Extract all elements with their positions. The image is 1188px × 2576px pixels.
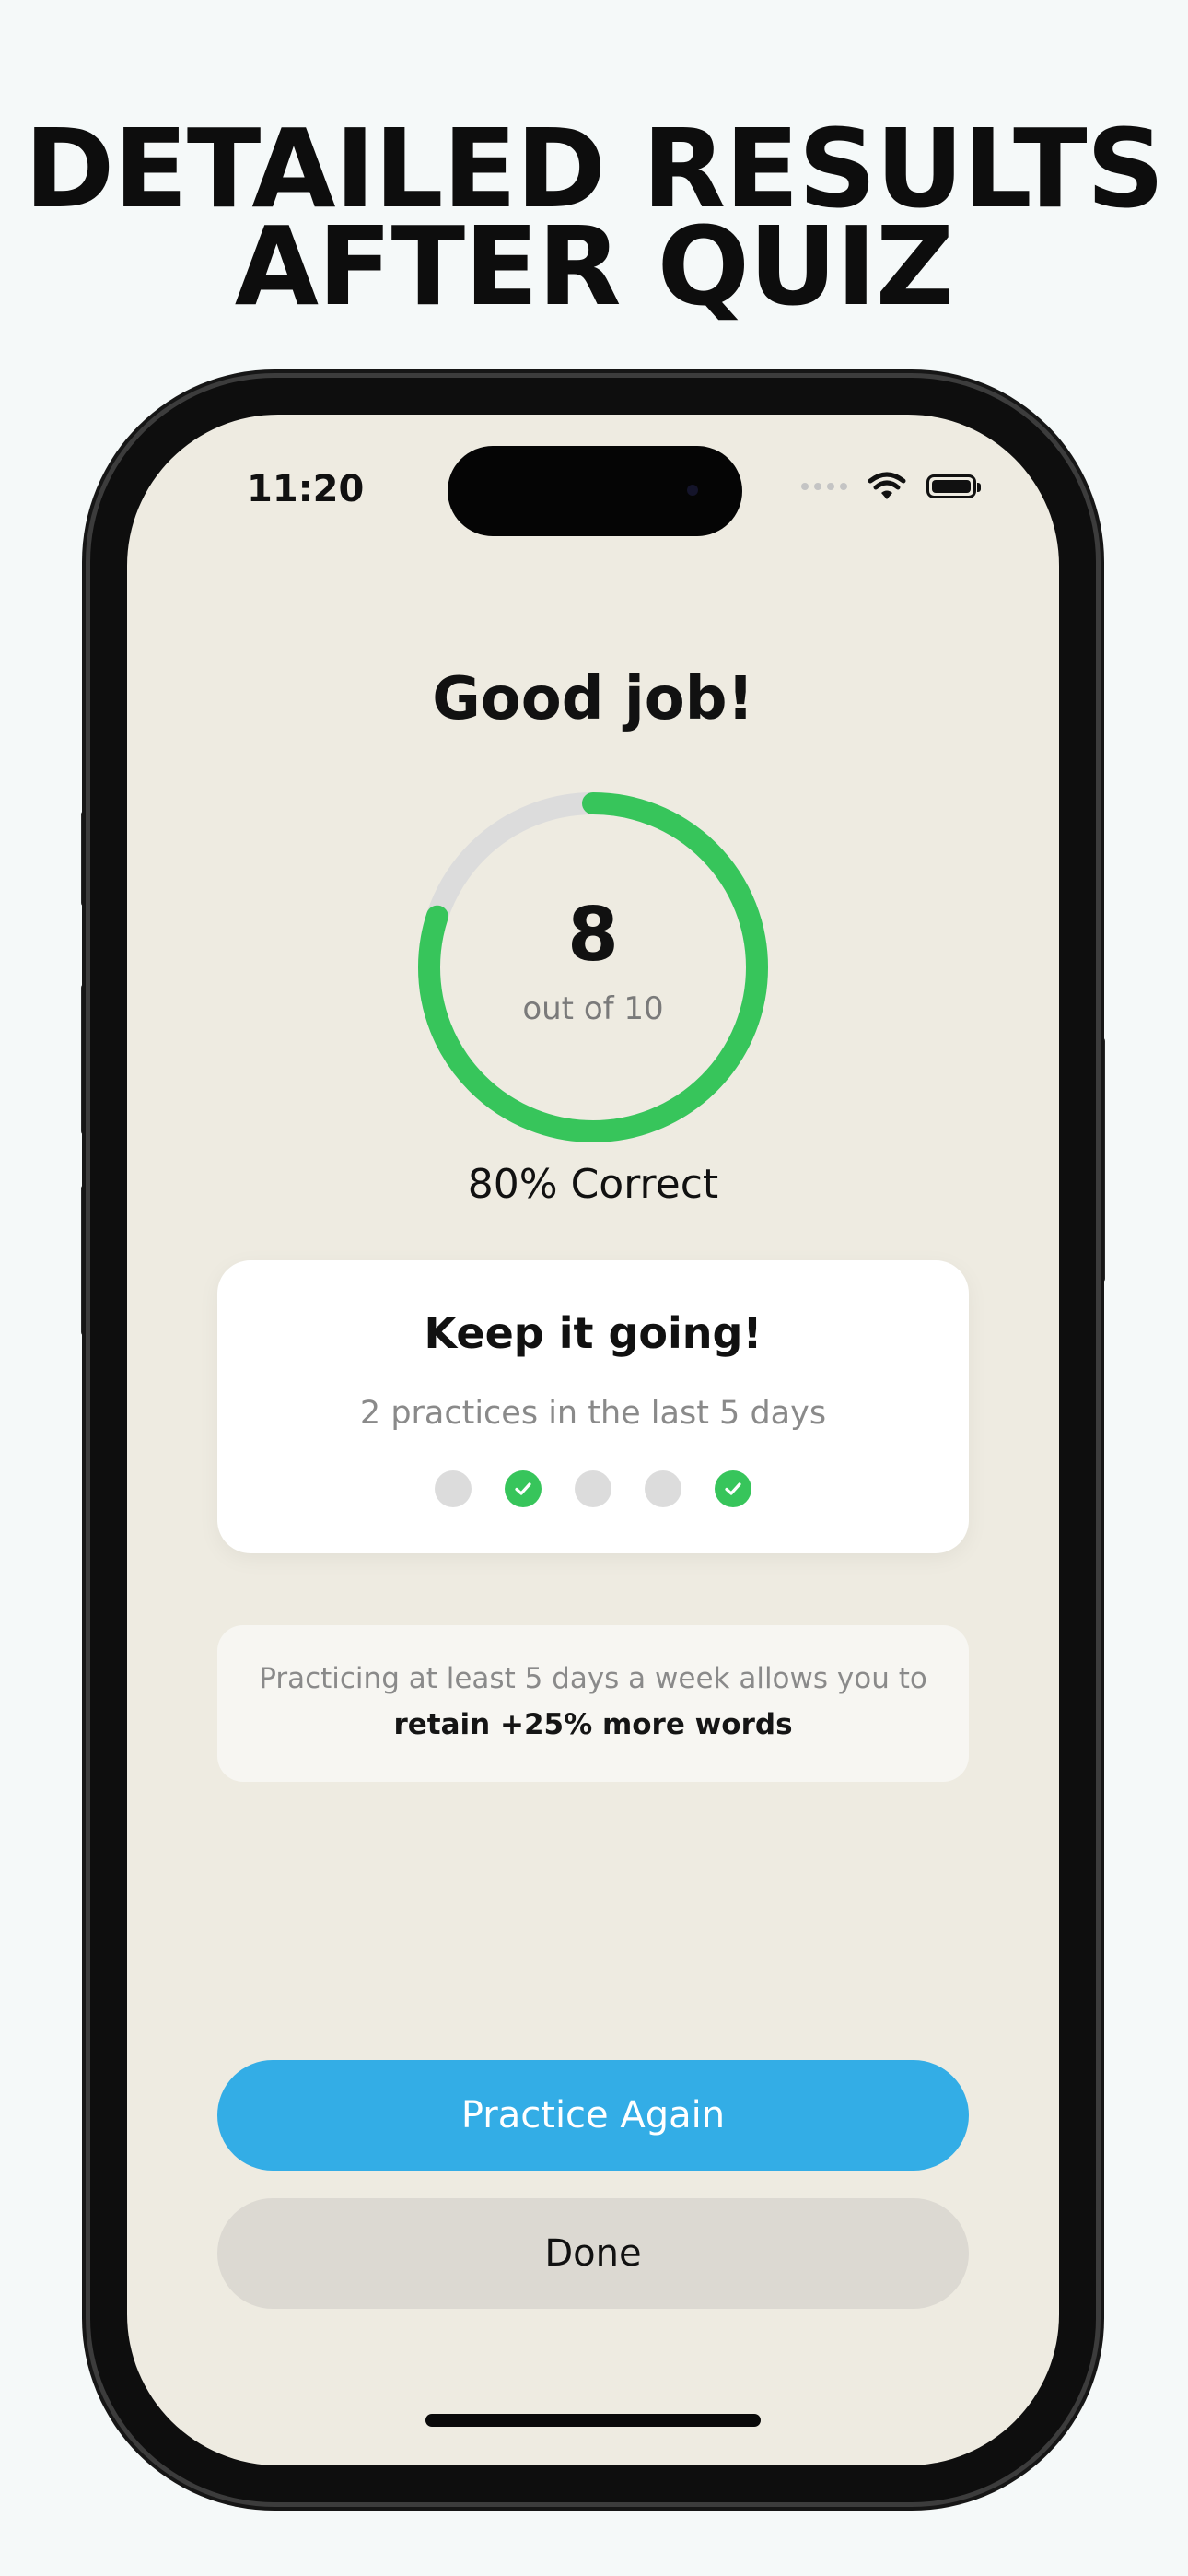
practice-again-button[interactable]: Practice Again: [217, 2060, 969, 2171]
camera-icon: [687, 485, 698, 496]
tip-card: Practicing at least 5 days a week allows…: [217, 1625, 969, 1782]
streak-subtitle: 2 practices in the last 5 days: [359, 1395, 827, 1432]
score-ring: 8 out of 10: [409, 783, 777, 1152]
checkmark-icon: [725, 1482, 741, 1495]
result-title: Good job!: [432, 665, 754, 733]
volume-down-button: [81, 1185, 90, 1336]
streak-day-dot: [575, 1470, 611, 1507]
streak-day-dot: [435, 1470, 472, 1507]
battery-icon: [926, 474, 981, 498]
percent-correct: 80% Correct: [467, 1161, 719, 1208]
action-button: [81, 811, 90, 907]
status-time: 11:20: [247, 468, 365, 510]
streak-title: Keep it going!: [424, 1308, 763, 1358]
checkmark-icon: [515, 1482, 531, 1495]
power-button: [1096, 1037, 1105, 1282]
tip-highlight: retain +25% more words: [393, 1708, 793, 1741]
score-total: out of 10: [522, 990, 664, 1027]
app-screen: 11:20 Good job! 8 out of 10 80% Correct …: [127, 415, 1059, 2465]
streak-day-dot: [715, 1470, 751, 1507]
streak-day-dot: [505, 1470, 542, 1507]
wifi-icon: [868, 472, 906, 499]
home-indicator[interactable]: [425, 2414, 761, 2427]
phone-frame: 11:20 Good job! 8 out of 10 80% Correct …: [90, 378, 1096, 2502]
streak-day-dot: [645, 1470, 681, 1507]
tip-text: Practicing at least 5 days a week allows…: [259, 1662, 927, 1695]
score-value: 8: [567, 892, 619, 978]
streak-card: Keep it going! 2 practices in the last 5…: [217, 1260, 969, 1553]
headline: DETAILED RESULTS AFTER QUIZ: [0, 114, 1188, 321]
signal-icon: [801, 483, 847, 490]
done-button[interactable]: Done: [217, 2198, 969, 2309]
status-icons: [801, 472, 981, 501]
dynamic-island: [448, 446, 742, 536]
streak-day-dots: [217, 1470, 969, 1507]
volume-up-button: [81, 984, 90, 1135]
